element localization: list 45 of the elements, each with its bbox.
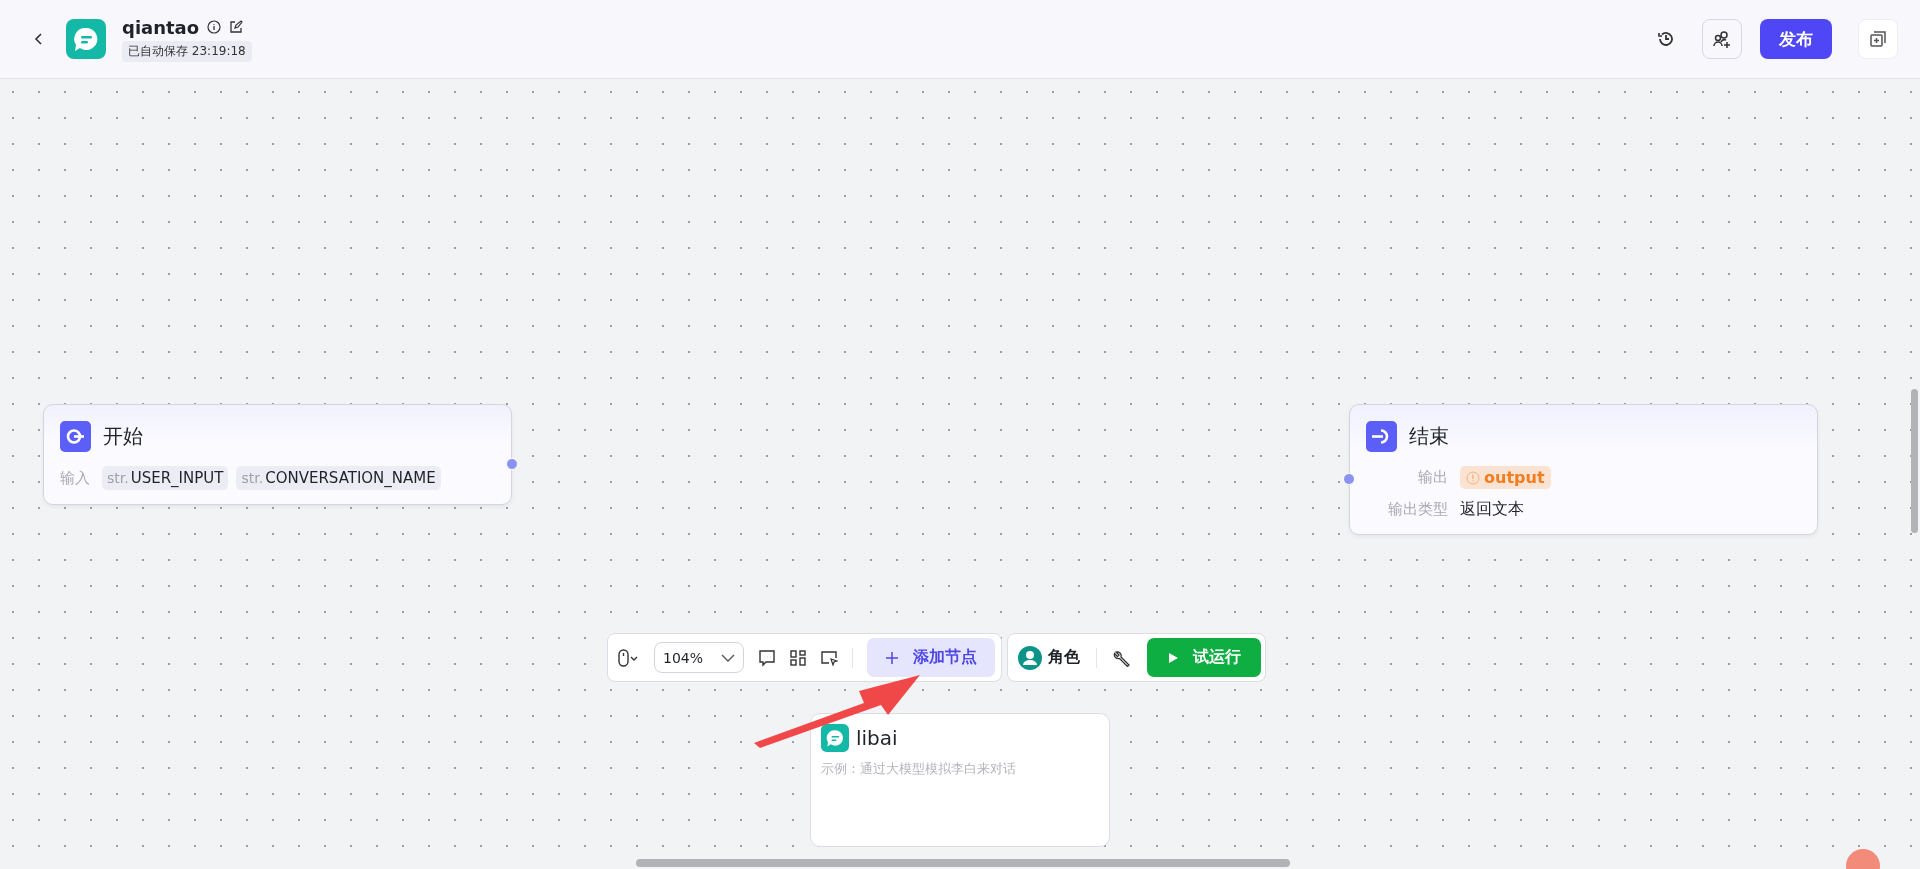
add-collaborator-button[interactable] xyxy=(1702,19,1742,59)
wrench-icon[interactable] xyxy=(1113,648,1132,667)
vertical-scrollbar[interactable] xyxy=(1911,389,1918,533)
agent-card[interactable]: libai 示例：通过大模型模拟李白来对话 xyxy=(810,713,1110,847)
field-label: 输入 xyxy=(60,468,90,488)
comment-icon[interactable] xyxy=(758,648,777,667)
history-icon[interactable] xyxy=(1656,29,1676,49)
plus-icon xyxy=(885,650,900,665)
warning-icon xyxy=(1466,470,1480,485)
field-value: 返回文本 xyxy=(1460,499,1524,520)
role-button[interactable]: 角色 xyxy=(1018,645,1081,670)
start-node[interactable]: 开始 输入 str.USER_INPUT str.CONVERSATION_NAME xyxy=(43,404,512,505)
edit-icon[interactable] xyxy=(229,20,244,34)
end-node[interactable]: 结束 输出 output 输出类型 返回文本 xyxy=(1349,404,1818,535)
variable-tag: str.USER_INPUT xyxy=(102,466,229,490)
warning-tag: output xyxy=(1460,466,1551,489)
chat-bubble-logo-icon xyxy=(821,724,849,752)
input-port[interactable] xyxy=(1343,473,1355,485)
copy-button[interactable] xyxy=(1858,19,1898,59)
end-node-icon xyxy=(1366,421,1397,452)
field-label: 输出类型 xyxy=(1387,500,1448,519)
layout-grid-icon[interactable] xyxy=(790,649,807,666)
minimap-icon[interactable] xyxy=(820,649,839,666)
node-title: 开始 xyxy=(103,423,143,450)
publish-button[interactable]: 发布 xyxy=(1760,19,1832,59)
mouse-icon xyxy=(618,648,640,667)
variable-tag: str.CONVERSATION_NAME xyxy=(236,466,441,490)
zoom-select[interactable]: 104% xyxy=(654,642,745,673)
add-node-button[interactable]: 添加节点 xyxy=(867,638,996,677)
field-label: 输出 xyxy=(1417,468,1448,487)
chat-bubble-logo-icon xyxy=(66,19,106,59)
agent-description: 示例：通过大模型模拟李白来对话 xyxy=(821,760,1017,778)
chevron-down-icon xyxy=(721,652,736,663)
horizontal-scrollbar[interactable] xyxy=(636,859,1290,867)
play-icon xyxy=(1167,651,1180,664)
autosave-status: 已自动保存 23:19:18 xyxy=(122,40,252,62)
user-avatar-icon xyxy=(1018,645,1043,670)
info-icon[interactable] xyxy=(207,20,222,34)
copy-add-icon xyxy=(1868,29,1888,49)
node-title: 结束 xyxy=(1409,423,1449,450)
add-user-icon xyxy=(1712,29,1732,49)
app-title: qiantao xyxy=(122,16,200,38)
agent-name: libai xyxy=(856,726,898,750)
start-node-icon xyxy=(60,421,91,452)
mouse-mode-button[interactable] xyxy=(618,648,640,667)
